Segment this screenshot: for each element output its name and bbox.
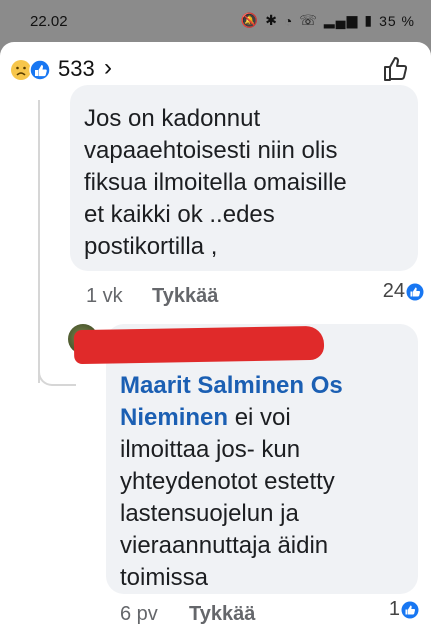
reply-bubble[interactable]: K Maarit Salminen Os Nieminen ei voi ilm… xyxy=(73,324,418,594)
comment-bubble[interactable]: Jos on kadonnut vapaaehtoisesti niin oli… xyxy=(70,85,418,271)
like-button[interactable] xyxy=(381,54,411,84)
reply-time[interactable]: 6 pv xyxy=(120,603,158,626)
reaction-icons[interactable] xyxy=(10,58,52,82)
like-link[interactable]: Tykkää xyxy=(152,285,218,308)
reply-like-link[interactable]: Tykkää xyxy=(189,603,255,626)
status-bar: 22.02 🔕 ✱ ◔ ☏ ▂▄▆ ▮ 35 % xyxy=(0,0,431,42)
reply-body: ei voi ilmoittaa jos- kun yhteydenotot e… xyxy=(120,404,335,591)
battery-icon: ▮ xyxy=(364,12,374,28)
comment-reaction-count[interactable]: 24 xyxy=(383,280,405,303)
comments-sheet: 533 › Jos on kadonnut vapaaehtoisesti ni… xyxy=(0,42,431,636)
bluetooth-icon: ✱ xyxy=(265,12,278,28)
sad-reaction-icon xyxy=(11,60,31,80)
call-icon: ☏ xyxy=(299,12,318,28)
mute-icon: 🔕 xyxy=(240,12,260,28)
comment-time[interactable]: 1 vk xyxy=(86,285,123,308)
thread-line xyxy=(38,100,40,383)
reply-connector xyxy=(38,352,76,386)
redaction-mark xyxy=(73,325,325,365)
status-time: 22.02 xyxy=(30,13,68,30)
reply-reaction-count[interactable]: 1 xyxy=(389,598,400,621)
battery-level: 35 % xyxy=(379,12,415,29)
reaction-count[interactable]: 533 xyxy=(58,56,95,82)
like-reaction-icon xyxy=(29,59,51,81)
reply-text: Maarit Salminen Os Nieminen ei voi ilmoi… xyxy=(120,370,410,594)
wifi-icon: ◔ xyxy=(283,12,294,29)
like-reaction-icon[interactable] xyxy=(401,601,419,619)
status-icons: 🔕 ✱ ◔ ☏ ▂▄▆ ▮ 35 % xyxy=(241,12,415,29)
like-reaction-icon[interactable] xyxy=(406,283,424,301)
chevron-right-icon[interactable]: › xyxy=(104,54,112,82)
signal-icon: ▂▄▆ xyxy=(323,12,359,28)
comment-text: Jos on kadonnut vapaaehtoisesti niin oli… xyxy=(84,105,347,260)
